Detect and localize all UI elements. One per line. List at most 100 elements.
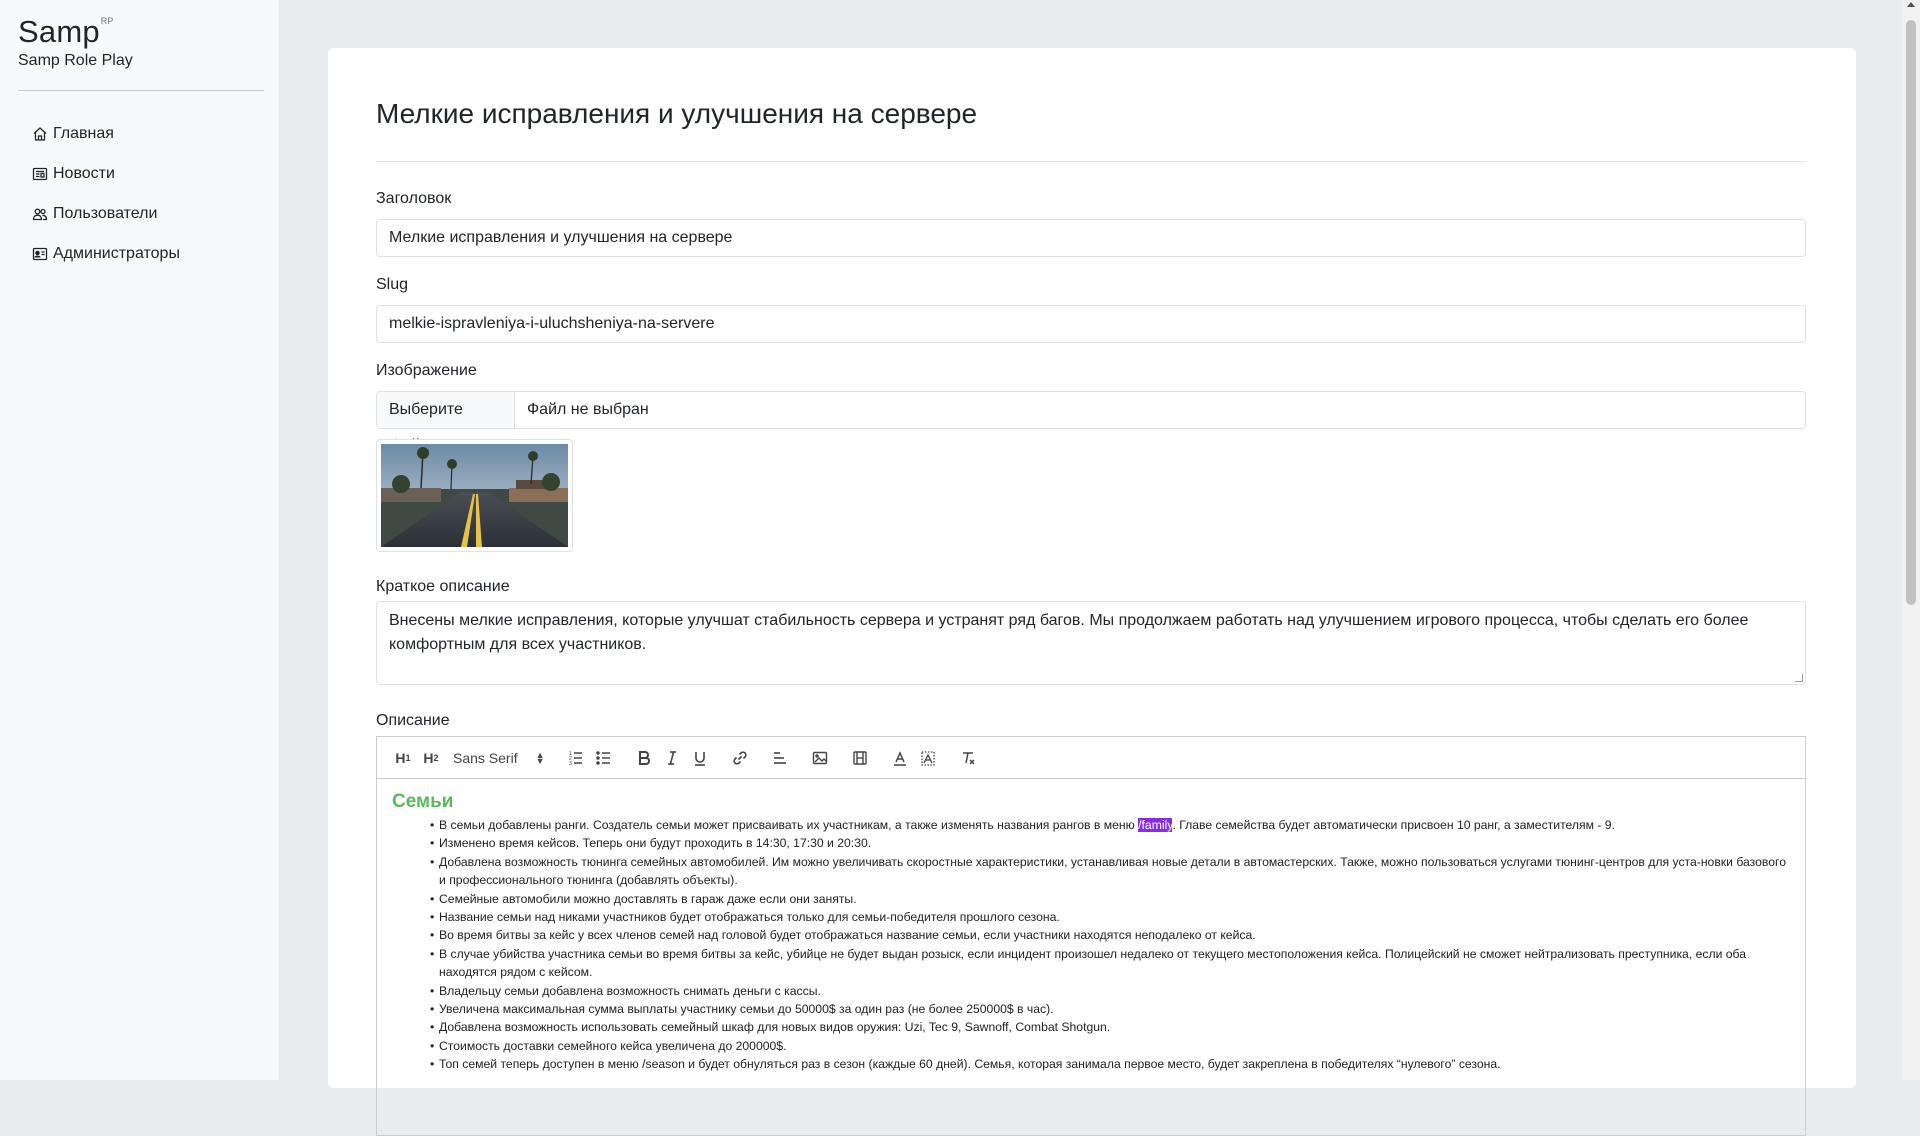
content-list-item: Топ семей теперь доступен в меню /season… (430, 1055, 1790, 1074)
sidebar: SampRP Samp Role Play Главная Новости По… (0, 0, 280, 1080)
choose-file-button[interactable]: Выберите файл (377, 392, 515, 454)
sidebar-item-label: Главная (53, 125, 114, 142)
image-preview (376, 439, 573, 552)
heading1-sub: 1 (405, 752, 411, 763)
person-badge-icon (32, 247, 48, 261)
image-file-input[interactable]: Выберите файл Файл не выбран (376, 391, 1806, 454)
list-item-text: Добавлена возможность тюнинга семейных а… (439, 854, 1786, 888)
bullet-list-button[interactable] (590, 746, 618, 770)
sidebar-item-home[interactable]: Главная (32, 114, 180, 154)
link-icon (733, 750, 747, 765)
select-arrows-icon: ▲ ▼ (535, 749, 545, 766)
short-description-textarea[interactable]: Внесены мелкие исправления, которые улуч… (376, 601, 1806, 685)
brand-superscript: RP (100, 16, 114, 26)
street-scene-image (381, 444, 568, 547)
underline-icon (695, 751, 705, 766)
heading1-label: H (395, 749, 406, 766)
title-label: Заголовок (376, 190, 452, 207)
scroll-up-arrow-icon[interactable] (1907, 2, 1915, 7)
short-description-label: Краткое описание (376, 578, 510, 595)
sidebar-item-label: Администраторы (53, 245, 180, 262)
underline-button[interactable] (686, 746, 714, 770)
home-icon (33, 127, 47, 141)
background-color-icon (921, 750, 935, 766)
list-item-text: Во время битвы за кейс у всех членов сем… (439, 928, 1256, 943)
video-button[interactable] (846, 746, 874, 770)
background-color-button[interactable] (914, 746, 942, 770)
list-item-text: Владельцу семьи добавлена возможность сн… (439, 983, 821, 998)
sidebar-item-label: Пользователи (53, 205, 158, 222)
svg-text:3: 3 (569, 761, 572, 767)
page-title: Мелкие исправления и улучшения на сервер… (376, 98, 978, 129)
list-item-text: Название семьи над никами участников буд… (439, 910, 1060, 925)
align-button[interactable] (766, 746, 794, 770)
content-list-item: В случае убийства участника семьи во вре… (430, 945, 1790, 982)
content-list-item: Изменено время кейсов. Теперь они будут … (430, 834, 1790, 853)
editor-toolbar: H1 H2 Sans Serif ▲ ▼ 123 (377, 737, 1805, 779)
font-select[interactable]: Sans Serif ▲ ▼ (445, 746, 550, 770)
list-item-text: . Главе семейства будет автоматически пр… (1172, 818, 1615, 832)
sidebar-item-news[interactable]: Новости (32, 154, 180, 194)
ordered-list-icon: 123 (569, 751, 582, 767)
content-heading: Семьи (392, 791, 454, 812)
sidebar-nav: Главная Новости Пользователи Администрат… (32, 114, 180, 274)
resize-handle[interactable] (1795, 674, 1803, 682)
heading2-sub: 2 (433, 752, 439, 763)
clear-format-icon (963, 751, 975, 765)
editor-content[interactable]: Семьи В семьи добавлены ранги. Создатель… (377, 779, 1805, 1086)
italic-icon (668, 750, 676, 765)
newspaper-icon (32, 167, 48, 181)
content-list-item: Название семьи над никами участников буд… (430, 908, 1790, 927)
content-list-item: Стоимость доставки семейного кейса увели… (430, 1037, 1790, 1056)
bold-icon (639, 750, 650, 765)
description-label: Описание (376, 712, 450, 729)
sidebar-item-users[interactable]: Пользователи (32, 194, 180, 234)
italic-button[interactable] (658, 746, 686, 770)
list-item-text: Семейные автомобили можно доставлять в г… (439, 891, 857, 906)
list-item-text: Добавлена возможность использовать семей… (439, 1020, 1111, 1035)
text-color-button[interactable] (886, 746, 914, 770)
text-color-icon (894, 750, 906, 766)
ordered-list-button[interactable]: 123 (562, 746, 590, 770)
image-icon (812, 751, 828, 764)
font-select-value: Sans Serif (453, 749, 518, 766)
link-button[interactable] (726, 746, 754, 770)
slug-input[interactable]: melkie-ispravleniya-i-uluchsheniya-na-se… (376, 305, 1806, 343)
content-list-item: Во время битвы за кейс у всех членов сем… (430, 926, 1790, 945)
sidebar-divider (18, 90, 264, 91)
title-input[interactable]: Мелкие исправления и улучшения на сервер… (376, 219, 1806, 257)
brand-subtitle: Samp Role Play (18, 52, 133, 69)
list-item-text: В случае убийства участника семьи во вре… (439, 946, 1747, 980)
content-list-item: Добавлена возможность тюнинга семейных а… (430, 853, 1790, 890)
bullet-list-icon (596, 750, 610, 765)
heading2-button[interactable]: H2 (417, 746, 445, 770)
content-list-item: Добавлена возможность использовать семей… (430, 1018, 1790, 1037)
content-list-item: Увеличена максимальная сумма выплаты уча… (430, 1000, 1790, 1019)
scrollbar-thumb[interactable] (1906, 20, 1916, 605)
content-list-item: В семьи добавлены ранги. Создатель семьи… (430, 816, 1790, 835)
brand[interactable]: SampRP Samp Role Play (18, 14, 133, 70)
users-icon (32, 208, 48, 221)
video-icon (853, 750, 867, 765)
sidebar-item-admins[interactable]: Администраторы (32, 234, 180, 274)
rich-text-editor: H1 H2 Sans Serif ▲ ▼ 123 Семьи • В семьи… (376, 736, 1806, 1136)
highlighted-text: /family (1138, 818, 1173, 832)
file-status: Файл не выбран (527, 401, 649, 418)
list-item-text: Изменено время кейсов. Теперь они будут … (439, 836, 872, 851)
list-item-text: Увеличена максимальная сумма выплаты уча… (439, 1002, 1054, 1017)
page-scrollbar[interactable] (1902, 0, 1920, 1080)
sidebar-item-label: Новости (53, 165, 115, 182)
list-item-text: Топ семей теперь доступен в меню /season… (439, 1057, 1501, 1072)
bold-button[interactable] (630, 746, 658, 770)
image-label: Изображение (376, 362, 477, 379)
list-item-text: В семьи добавлены ранги. Создатель семьи… (439, 818, 1139, 832)
clear-format-button[interactable] (954, 746, 982, 770)
slug-label: Slug (376, 276, 409, 293)
title-divider (376, 161, 1806, 162)
image-button[interactable] (806, 746, 834, 770)
content-list: В семьи добавлены ранги. Создатель семьи… (392, 816, 1790, 1074)
edit-news-card: Мелкие исправления и улучшения на сервер… (328, 48, 1856, 1136)
align-left-icon (774, 751, 786, 764)
heading1-button[interactable]: H1 (389, 746, 417, 770)
heading2-label: H (423, 749, 434, 766)
